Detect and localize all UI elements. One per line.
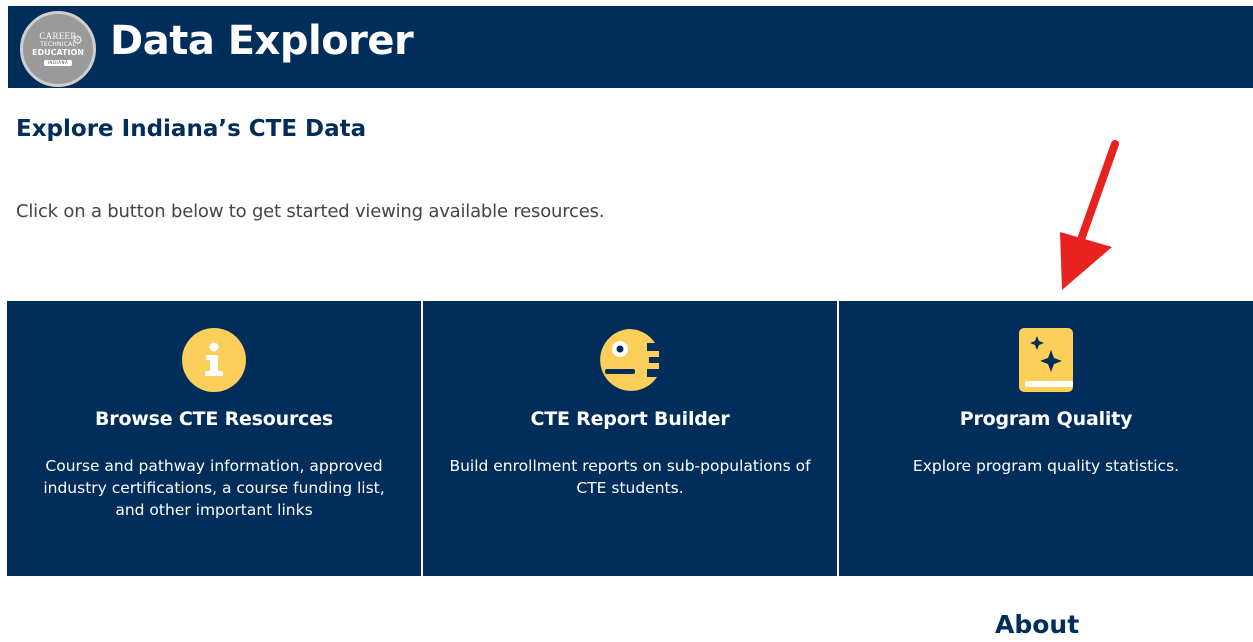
header-bar: ⚙ CAREER TECHNICAL EDUCATION INDIANA Dat… bbox=[8, 6, 1253, 88]
tile-title: CTE Report Builder bbox=[530, 408, 730, 430]
cte-logo[interactable]: ⚙ CAREER TECHNICAL EDUCATION INDIANA bbox=[20, 11, 96, 87]
about-heading[interactable]: About bbox=[995, 610, 1079, 639]
tile-cte-report-builder[interactable]: CTE Report Builder Build enrollment repo… bbox=[423, 301, 837, 576]
tile-description: Explore program quality statistics. bbox=[912, 457, 1180, 475]
app-title: Data Explorer bbox=[110, 18, 414, 64]
sparkle-book-icon bbox=[1011, 325, 1081, 395]
report-builder-icon bbox=[595, 325, 665, 395]
info-circle-icon bbox=[179, 325, 249, 395]
tile-description: Build enrollment reports on sub-populati… bbox=[449, 457, 811, 497]
logo-text-indiana: INDIANA bbox=[43, 60, 73, 66]
page-heading: Explore Indiana’s CTE Data bbox=[16, 116, 367, 142]
logo-text-career: CAREER bbox=[39, 31, 77, 41]
resource-tiles: Browse CTE Resources Course and pathway … bbox=[7, 301, 1253, 576]
tile-description: Course and pathway information, approved… bbox=[43, 457, 385, 519]
tile-title: Program Quality bbox=[959, 408, 1133, 430]
gear-icon: ⚙ bbox=[72, 33, 83, 47]
red-arrow-annotation bbox=[1060, 140, 1119, 290]
logo-text-education: EDUCATION bbox=[32, 48, 84, 57]
tile-title: Browse CTE Resources bbox=[95, 408, 333, 430]
tile-browse-cte-resources[interactable]: Browse CTE Resources Course and pathway … bbox=[7, 301, 421, 576]
intro-text: Click on a button below to get started v… bbox=[16, 201, 605, 222]
tile-program-quality[interactable]: Program Quality Explore program quality … bbox=[839, 301, 1253, 576]
